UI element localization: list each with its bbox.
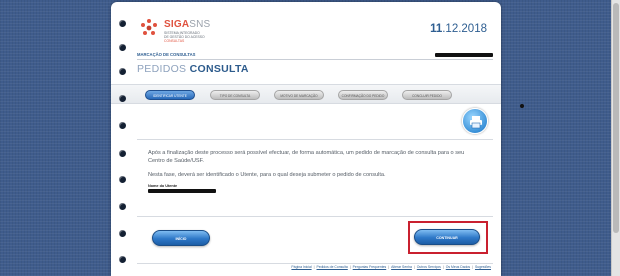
binder-hole xyxy=(119,95,126,102)
footer-link-alterar-senha[interactable]: Alterar Senha xyxy=(391,265,412,269)
content-divider-bottom xyxy=(137,216,493,217)
step-concluir-pedido[interactable]: CONCLUIR PEDIDO xyxy=(402,90,452,100)
intro-paragraph: Após a finalização deste processo será p… xyxy=(148,150,465,164)
binder-hole xyxy=(119,122,126,129)
page-panel: SIGASNS SISTEMA INTEGRADO DE GESTÃO DO A… xyxy=(111,2,501,276)
content-divider-top xyxy=(137,139,493,140)
instruction-paragraph: Nesta fase, deverá ser identificado o Ut… xyxy=(148,172,386,178)
binder-holes xyxy=(119,0,127,276)
footer-link-sugestoes[interactable]: Sugestões xyxy=(475,265,491,269)
inicio-button[interactable]: INÍCIO xyxy=(152,230,210,246)
footer-divider xyxy=(137,263,493,264)
print-button[interactable] xyxy=(462,108,488,134)
footer-links: Página Inicial | Pedidos de Consulta | Pergu… xyxy=(291,265,491,269)
binder-hole xyxy=(119,20,126,27)
logo-line-3: CONSULTAS xyxy=(164,39,185,43)
scrollbar-thumb[interactable] xyxy=(613,3,619,233)
binder-hole xyxy=(119,256,126,263)
binder-hole xyxy=(119,176,126,183)
logo-name: SIGASNS xyxy=(164,19,211,30)
binder-hole xyxy=(119,150,126,157)
user-name-redacted xyxy=(435,53,493,57)
footer-link-pedidos-de-consulta[interactable]: Pedidos de Consulta xyxy=(316,265,347,269)
page-title: PEDIDOS CONSULTA xyxy=(137,63,249,75)
footer-link-outros-servicos[interactable]: Outros Serviços xyxy=(417,265,441,269)
binder-hole xyxy=(119,203,126,210)
breadcrumb: MARCAÇÃO DE CONSULTAS xyxy=(137,52,196,57)
highlight-box xyxy=(408,221,488,254)
binder-hole xyxy=(119,68,126,75)
binder-hole xyxy=(119,44,126,51)
step-tipo-de-consulta[interactable]: TIPO DE CONSULTA xyxy=(210,90,260,100)
footer-link-perguntas-frequentes[interactable]: Perguntas Frequentes xyxy=(353,265,387,269)
step-bar: IDENTIFICAR UTENTE TIPO DE CONSULTA MOTI… xyxy=(111,84,501,104)
step-identificar-utente[interactable]: IDENTIFICAR UTENTE xyxy=(145,90,195,100)
binder-hole xyxy=(119,230,126,237)
stray-dot xyxy=(520,104,524,108)
siga-logo: SIGASNS SISTEMA INTEGRADO DE GESTÃO DO A… xyxy=(139,18,259,46)
current-date: 11.12.2018 xyxy=(430,23,487,35)
step-confirmacao-do-pedido[interactable]: CONFIRMAÇÃO DO PEDIDO xyxy=(338,90,388,100)
browser-scrollbar[interactable] xyxy=(611,0,620,276)
breadcrumb-bar: MARCAÇÃO DE CONSULTAS xyxy=(137,52,493,60)
utente-name-redacted xyxy=(148,189,216,193)
utente-name-label: Nome do Utente xyxy=(148,184,178,188)
print-icon xyxy=(470,116,482,129)
footer-link-pagina-inicial[interactable]: Página Inicial xyxy=(291,265,311,269)
footer-link-os-meus-dados[interactable]: Os Meus Dados xyxy=(446,265,470,269)
step-motivo-de-marcacao[interactable]: MOTIVO DE MARCAÇÃO xyxy=(274,90,324,100)
siga-logo-icon xyxy=(141,19,157,35)
